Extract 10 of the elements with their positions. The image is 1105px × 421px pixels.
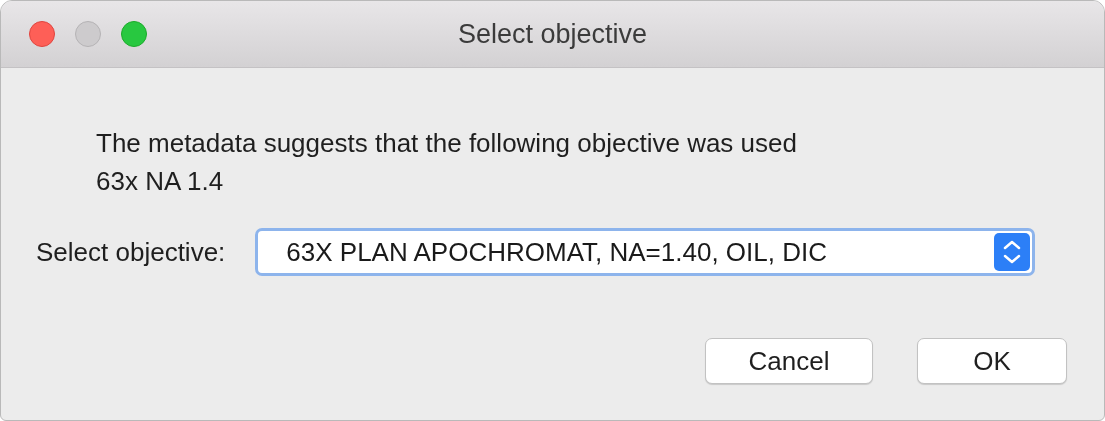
confirm-button[interactable]: OK (917, 338, 1067, 384)
message-text: 63x NA 1.4 (96, 165, 225, 198)
close-button[interactable] (29, 21, 55, 47)
objective-dropdown[interactable]: 63X PLAN APOCHROMAT, NA=1.40, OIL, DIC (255, 228, 1036, 276)
zoom-button[interactable] (121, 21, 147, 47)
select-label: Select objective: (36, 236, 226, 268)
cancel-button[interactable]: Cancel (705, 338, 873, 384)
message-text: The metadata suggests that the following objective was used (96, 127, 798, 160)
window-title: Select objective (457, 18, 648, 50)
stepper-icon (994, 233, 1031, 271)
